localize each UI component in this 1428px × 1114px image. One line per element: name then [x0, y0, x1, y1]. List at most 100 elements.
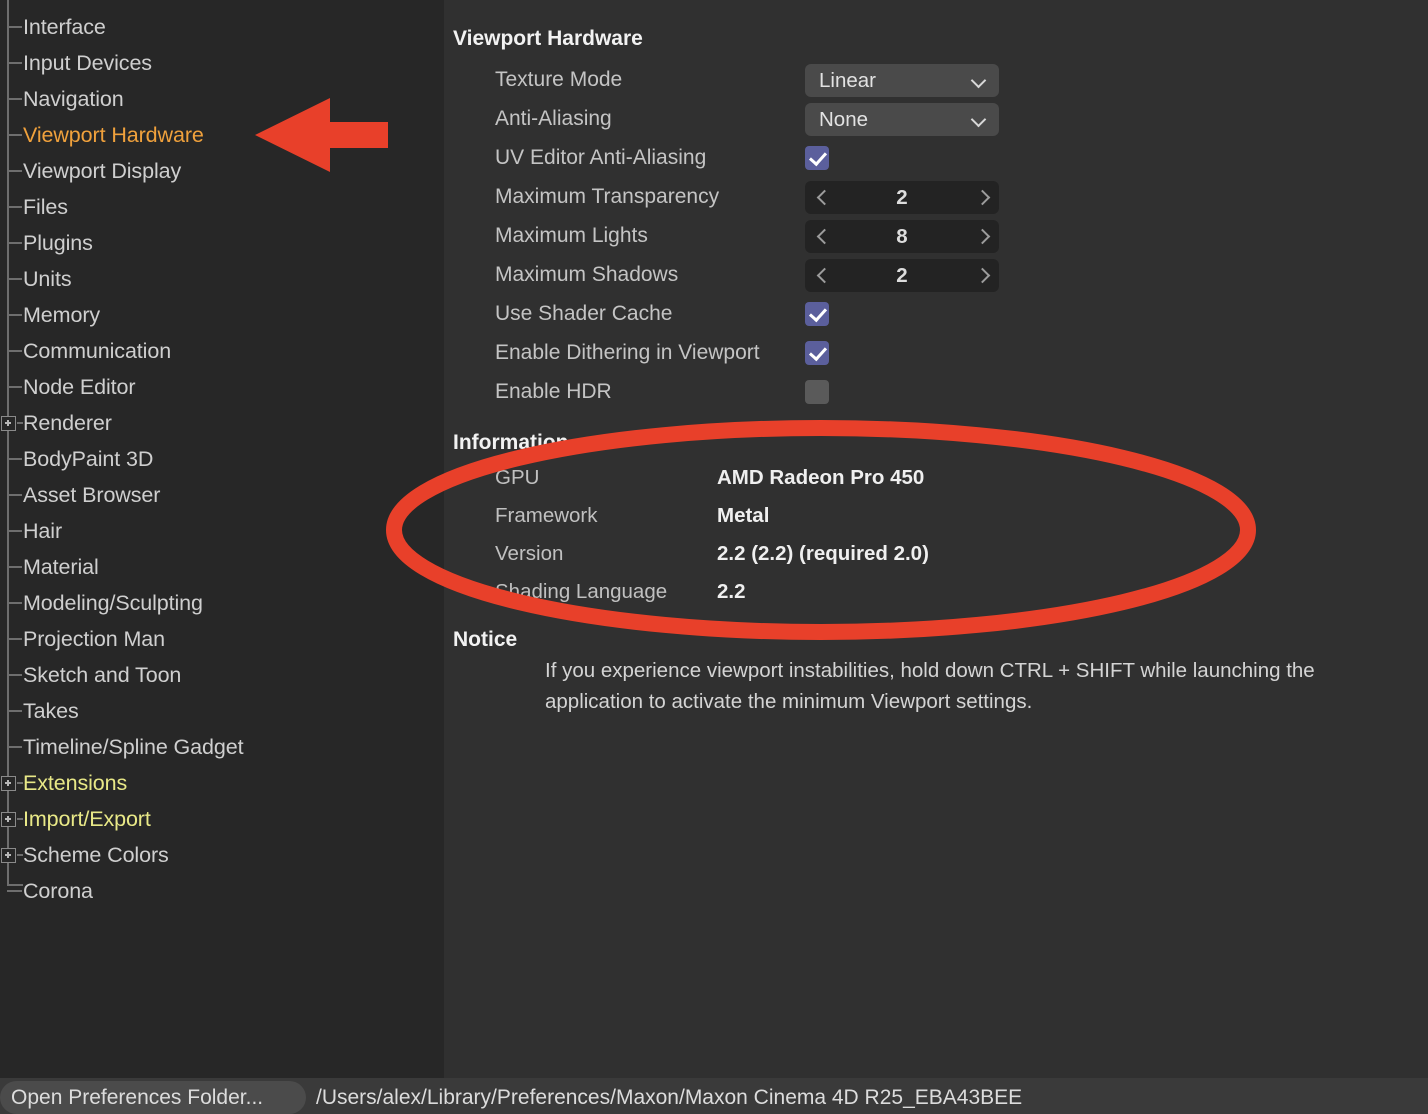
info-row-version: Version 2.2 (2.2) (required 2.0)	[445, 536, 1428, 574]
tree-branch-line	[7, 890, 22, 892]
sidebar-item-projection-man[interactable]: Projection Man	[0, 621, 444, 657]
sidebar-item-label: Communication	[23, 338, 172, 363]
field-label: Enable HDR	[495, 380, 612, 403]
sidebar-item-label: Asset Browser	[23, 482, 161, 507]
main-panel: Viewport Hardware Texture Mode Linear Anti…	[445, 0, 1428, 1078]
stepper-maximum-lights[interactable]: 8	[805, 220, 999, 253]
field-label: Maximum Lights	[495, 224, 648, 247]
field-row-enable-dithering-in-viewport: Enable Dithering in Viewport	[445, 334, 1428, 372]
sidebar-item-bodypaint-3d[interactable]: BodyPaint 3D	[0, 441, 444, 477]
sidebar-item-label: Projection Man	[23, 626, 166, 651]
dropdown-anti-aliasing[interactable]: None	[805, 103, 999, 136]
sidebar-item-modeling-sculpting[interactable]: Modeling/Sculpting	[0, 585, 444, 621]
preferences-window: Interface Input Devices Navigation Viewport…	[0, 0, 1428, 1114]
info-row-framework: Framework Metal	[445, 498, 1428, 536]
tree-branch-line	[7, 674, 22, 676]
notice-body-text: If you experience viewport instabilities…	[545, 659, 1315, 713]
sidebar-item-memory[interactable]: Memory	[0, 297, 444, 333]
field-label: Anti-Aliasing	[495, 107, 612, 130]
sidebar-item-label: Hair	[23, 518, 63, 543]
stepper-value: 2	[896, 186, 908, 209]
sidebar-item-label: Corona	[23, 878, 93, 903]
checkbox-use-shader-cache[interactable]	[805, 302, 829, 326]
sidebar-item-label: Sketch and Toon	[23, 662, 182, 687]
sidebar-item-viewport-hardware[interactable]: Viewport Hardware	[0, 117, 444, 153]
dropdown-value: None	[819, 108, 869, 131]
sidebar-item-navigation[interactable]: Navigation	[0, 81, 444, 117]
checkbox-enable-hdr[interactable]	[805, 380, 829, 404]
sidebar-item-hair[interactable]: Hair	[0, 513, 444, 549]
sidebar-item-files[interactable]: Files	[0, 189, 444, 225]
tree-branch-line	[7, 62, 22, 64]
field-label: Maximum Shadows	[495, 263, 679, 286]
chevron-right-icon[interactable]	[975, 230, 987, 242]
checkbox-enable-dithering-in-viewport[interactable]	[805, 341, 829, 365]
sidebar-item-asset-browser[interactable]: Asset Browser	[0, 477, 444, 513]
sidebar-item-label: Node Editor	[23, 374, 136, 399]
field-row-maximum-shadows: Maximum Shadows 2	[445, 256, 1428, 294]
info-label: GPU	[495, 466, 540, 489]
expand-plus-icon[interactable]	[1, 848, 16, 863]
tree-branch-line	[7, 386, 22, 388]
sidebar-item-communication[interactable]: Communication	[0, 333, 444, 369]
sidebar-item-label: Import/Export	[23, 806, 151, 831]
sidebar-item-extensions[interactable]: Extensions	[0, 765, 444, 801]
tree-branch-line	[7, 314, 22, 316]
sidebar-item-label: Viewport Hardware	[23, 122, 204, 147]
expand-plus-icon[interactable]	[1, 812, 16, 827]
tree-branch-line	[7, 566, 22, 568]
sidebar-item-material[interactable]: Material	[0, 549, 444, 585]
sidebar-item-scheme-colors[interactable]: Scheme Colors	[0, 837, 444, 873]
sidebar-item-label: Navigation	[23, 86, 124, 111]
tree-branch-line	[7, 494, 22, 496]
field-row-anti-aliasing: Anti-Aliasing None	[445, 100, 1428, 138]
sidebar-item-label: Viewport Display	[23, 158, 182, 183]
sidebar-item-timeline-spline-gadget[interactable]: Timeline/Spline Gadget	[0, 729, 444, 765]
info-value: 2.2	[717, 580, 746, 603]
preferences-sidebar: Interface Input Devices Navigation Viewport…	[0, 0, 444, 1078]
field-row-maximum-lights: Maximum Lights 8	[445, 217, 1428, 255]
field-label: Use Shader Cache	[495, 302, 673, 325]
dropdown-texture-mode[interactable]: Linear	[805, 64, 999, 97]
status-bar: Open Preferences Folder... /Users/alex/L…	[0, 1078, 1428, 1114]
field-row-maximum-transparency: Maximum Transparency 2	[445, 178, 1428, 216]
sidebar-item-sketch-and-toon[interactable]: Sketch and Toon	[0, 657, 444, 693]
sidebar-item-import-export[interactable]: Import/Export	[0, 801, 444, 837]
sidebar-item-label: Scheme Colors	[23, 842, 169, 867]
sidebar-item-label: Extensions	[23, 770, 128, 795]
stepper-maximum-shadows[interactable]: 2	[805, 259, 999, 292]
sidebar-bottom-filler	[0, 1063, 444, 1078]
field-row-texture-mode: Texture Mode Linear	[445, 61, 1428, 99]
sidebar-item-viewport-display[interactable]: Viewport Display	[0, 153, 444, 189]
info-row-gpu: GPU AMD Radeon Pro 450	[445, 460, 1428, 498]
expand-plus-icon[interactable]	[1, 776, 16, 791]
sidebar-item-label: Memory	[23, 302, 101, 327]
checkbox-uv-editor-anti-aliasing[interactable]	[805, 146, 829, 170]
tree-branch-line	[7, 242, 22, 244]
field-label: Maximum Transparency	[495, 185, 720, 208]
tree-branch-line	[7, 710, 22, 712]
sidebar-item-takes[interactable]: Takes	[0, 693, 444, 729]
expand-plus-icon[interactable]	[1, 416, 16, 431]
sidebar-item-renderer[interactable]: Renderer	[0, 405, 444, 441]
field-label: Texture Mode	[495, 68, 623, 91]
sidebar-item-corona[interactable]: Corona	[0, 873, 444, 909]
info-label: Shading Language	[495, 580, 668, 603]
sidebar-item-node-editor[interactable]: Node Editor	[0, 369, 444, 405]
sidebar-item-label: Units	[23, 266, 72, 291]
open-preferences-folder-button[interactable]: Open Preferences Folder...	[0, 1081, 306, 1114]
sidebar-item-label: Interface	[23, 14, 106, 39]
sidebar-item-label: BodyPaint 3D	[23, 446, 154, 471]
sidebar-item-plugins[interactable]: Plugins	[0, 225, 444, 261]
sidebar-item-input-devices[interactable]: Input Devices	[0, 45, 444, 81]
chevron-down-icon	[973, 114, 986, 127]
field-row-uv-editor-anti-aliasing: UV Editor Anti-Aliasing	[445, 139, 1428, 177]
sidebar-item-units[interactable]: Units	[0, 261, 444, 297]
chevron-right-icon[interactable]	[975, 191, 987, 203]
tree-branch-line	[7, 350, 22, 352]
sidebar-item-interface[interactable]: Interface	[0, 9, 444, 45]
chevron-right-icon[interactable]	[975, 269, 987, 281]
dropdown-value: Linear	[819, 69, 876, 92]
field-label: UV Editor Anti-Aliasing	[495, 146, 707, 169]
stepper-maximum-transparency[interactable]: 2	[805, 181, 999, 214]
